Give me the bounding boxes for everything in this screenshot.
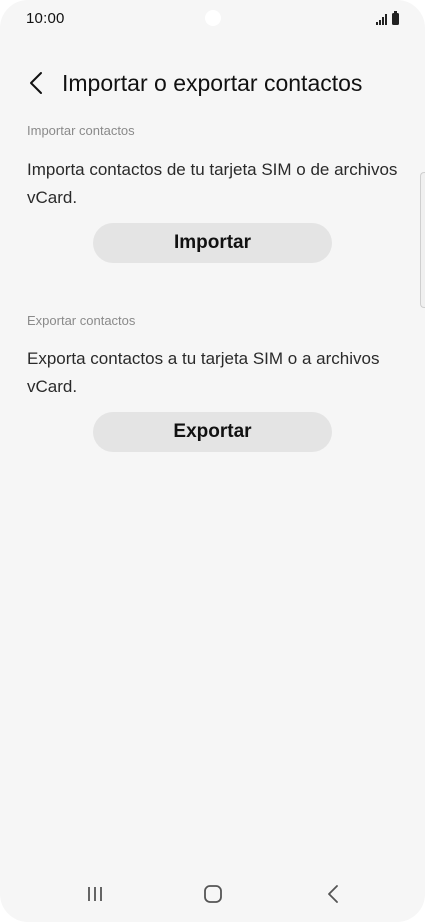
import-section-label: Importar contactos: [27, 123, 135, 138]
export-section-label: Exportar contactos: [27, 313, 136, 328]
export-button[interactable]: Exportar: [93, 412, 332, 452]
nav-back-button[interactable]: [313, 874, 353, 914]
home-button[interactable]: [193, 874, 233, 914]
recent-apps-button[interactable]: [75, 874, 115, 914]
recent-apps-icon: [88, 887, 102, 901]
home-icon: [204, 885, 222, 903]
camera-cutout: [205, 10, 221, 26]
back-icon: [328, 885, 338, 903]
navigation-bar: [0, 866, 425, 922]
import-section-description: Importa contactos de tu tarjeta SIM o de…: [27, 160, 398, 207]
page-title: Importar o exportar contactos: [62, 70, 363, 96]
scroll-indicator[interactable]: [420, 172, 425, 308]
battery-icon: [392, 11, 399, 25]
back-button[interactable]: [22, 68, 50, 98]
signal-icon: [376, 13, 387, 25]
export-section-description: Exporta contactos a tu tarjeta SIM o a a…: [27, 349, 380, 396]
status-time: 10:00: [26, 10, 65, 27]
status-icons: [376, 11, 399, 25]
import-button[interactable]: Importar: [93, 223, 332, 263]
phone-screen: 10:00 Importar o exportar contactos Impo…: [0, 0, 425, 922]
app-header: Importar o exportar contactos: [0, 66, 425, 102]
status-bar: 10:00: [0, 0, 425, 40]
chevron-left-icon: [30, 72, 42, 94]
